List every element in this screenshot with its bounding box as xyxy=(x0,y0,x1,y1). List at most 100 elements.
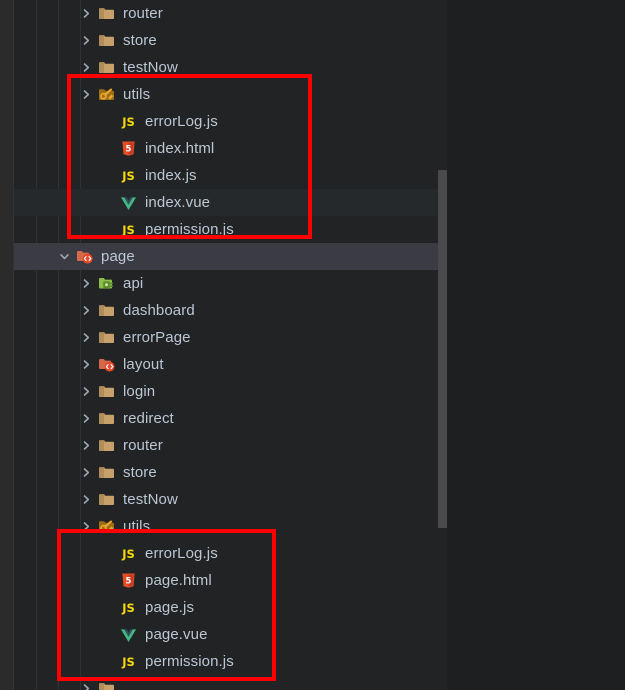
tree-row[interactable]: errorPage xyxy=(14,324,447,351)
js-file-icon: JS xyxy=(122,168,135,183)
tree-row-label: dashboard xyxy=(123,302,195,319)
chevron-right-icon[interactable] xyxy=(80,304,93,317)
chevron-right-icon[interactable] xyxy=(80,466,93,479)
vue-file-icon xyxy=(120,626,137,643)
tree-row-label: errorPage xyxy=(123,329,191,346)
folder-icon xyxy=(98,329,115,346)
chevron-right-icon[interactable] xyxy=(80,385,93,398)
tree-row-label: utils xyxy=(123,518,151,535)
tree-row[interactable]: store xyxy=(14,27,447,54)
folder-icon xyxy=(98,59,115,76)
editor-background xyxy=(447,0,625,690)
tree-row[interactable]: JS permission.js xyxy=(14,216,447,243)
tree-row-label: store xyxy=(123,32,157,49)
tree-row-label: permission.js xyxy=(145,653,234,670)
chevron-right-icon[interactable] xyxy=(80,34,93,47)
folder-icon xyxy=(98,32,115,49)
tree-row[interactable]: index.vue xyxy=(14,189,447,216)
tree-row-label: redirect xyxy=(123,410,174,427)
folder-utils-icon xyxy=(98,518,115,535)
tree-row-label: testNow xyxy=(123,59,178,76)
html-file-icon: 5 xyxy=(120,572,137,589)
scrollbar-thumb[interactable] xyxy=(438,170,447,528)
chevron-down-icon[interactable] xyxy=(58,250,71,263)
chevron-right-icon[interactable] xyxy=(80,88,93,101)
tree-row[interactable]: dashboard xyxy=(14,297,447,324)
tree-row-label: store xyxy=(123,464,157,481)
folder-icon xyxy=(98,464,115,481)
tree-row-label: layout xyxy=(123,356,164,373)
html-file-icon: 5 xyxy=(120,140,137,157)
tree-row-label: page.html xyxy=(145,572,212,589)
folder-icon xyxy=(98,680,115,690)
tree-row[interactable]: router xyxy=(14,432,447,459)
tree-row[interactable]: testNow xyxy=(14,54,447,81)
chevron-right-icon[interactable] xyxy=(80,412,93,425)
tree-row-label: permission.js xyxy=(145,221,234,238)
tree-row-label: errorLog.js xyxy=(145,113,218,130)
js-file-icon: JS xyxy=(122,114,135,129)
chevron-right-icon[interactable] xyxy=(80,331,93,344)
chevron-right-icon[interactable] xyxy=(80,682,93,690)
editor-gutter xyxy=(0,0,14,690)
tree-row-label: index.js xyxy=(145,167,197,184)
folder-api-icon xyxy=(98,275,115,292)
file-explorer-window: router store testNow utils JS errorLog.js 5 ind… xyxy=(0,0,625,690)
svg-text:5: 5 xyxy=(126,145,132,155)
folder-icon xyxy=(98,410,115,427)
vertical-scrollbar[interactable] xyxy=(438,0,447,690)
tree-row-label: errorLog.js xyxy=(145,545,218,562)
chevron-right-icon[interactable] xyxy=(80,277,93,290)
folder-icon xyxy=(98,491,115,508)
tree-row[interactable]: layout xyxy=(14,351,447,378)
tree-row-label: page.vue xyxy=(145,626,208,643)
tree-row[interactable]: page xyxy=(14,243,447,270)
tree-row[interactable]: api xyxy=(14,270,447,297)
tree-row-label: index.html xyxy=(145,140,215,157)
tree-row[interactable]: utils xyxy=(14,81,447,108)
folder-icon xyxy=(98,437,115,454)
chevron-right-icon[interactable] xyxy=(80,358,93,371)
tree-row[interactable]: JS permission.js xyxy=(14,648,447,675)
svg-text:5: 5 xyxy=(126,577,132,587)
vue-file-icon xyxy=(120,194,137,211)
tree-row[interactable]: login xyxy=(14,378,447,405)
tree-row[interactable]: testNow xyxy=(14,486,447,513)
tree-row[interactable]: 5 index.html xyxy=(14,135,447,162)
chevron-right-icon[interactable] xyxy=(80,439,93,452)
tree-row[interactable]: JS errorLog.js xyxy=(14,540,447,567)
tree-row[interactable]: store xyxy=(14,459,447,486)
chevron-right-icon[interactable] xyxy=(80,520,93,533)
tree-row[interactable]: 5 page.html xyxy=(14,567,447,594)
tree-row-label: login xyxy=(123,383,156,400)
folder-code-icon xyxy=(76,248,93,265)
tree-row[interactable]: router xyxy=(14,0,447,27)
tree-row[interactable]: JS page.js xyxy=(14,594,447,621)
tree-row[interactable]: redirect xyxy=(14,405,447,432)
chevron-right-icon[interactable] xyxy=(80,493,93,506)
js-file-icon: JS xyxy=(122,546,135,561)
tree-row-label: testNow xyxy=(123,491,178,508)
js-file-icon: JS xyxy=(122,600,135,615)
folder-utils-icon xyxy=(98,86,115,103)
tree-row[interactable] xyxy=(14,675,447,690)
folder-icon xyxy=(98,383,115,400)
chevron-right-icon[interactable] xyxy=(80,61,93,74)
tree-row-label: api xyxy=(123,275,144,292)
tree-row[interactable]: JS errorLog.js xyxy=(14,108,447,135)
js-file-icon: JS xyxy=(122,654,135,669)
tree-row-label: utils xyxy=(123,86,151,103)
tree-row-label: page.js xyxy=(145,599,195,616)
tree-row[interactable]: page.vue xyxy=(14,621,447,648)
folder-icon xyxy=(98,5,115,22)
tree-row[interactable]: utils xyxy=(14,513,447,540)
chevron-right-icon[interactable] xyxy=(80,7,93,20)
folder-icon xyxy=(98,302,115,319)
tree-row-label: page xyxy=(101,248,135,265)
project-tree-panel[interactable]: router store testNow utils JS errorLog.js 5 ind… xyxy=(14,0,447,690)
tree-row-label: router xyxy=(123,5,163,22)
js-file-icon: JS xyxy=(122,222,135,237)
tree-row-label: index.vue xyxy=(145,194,211,211)
tree-row[interactable]: JS index.js xyxy=(14,162,447,189)
folder-code-icon xyxy=(98,356,115,373)
